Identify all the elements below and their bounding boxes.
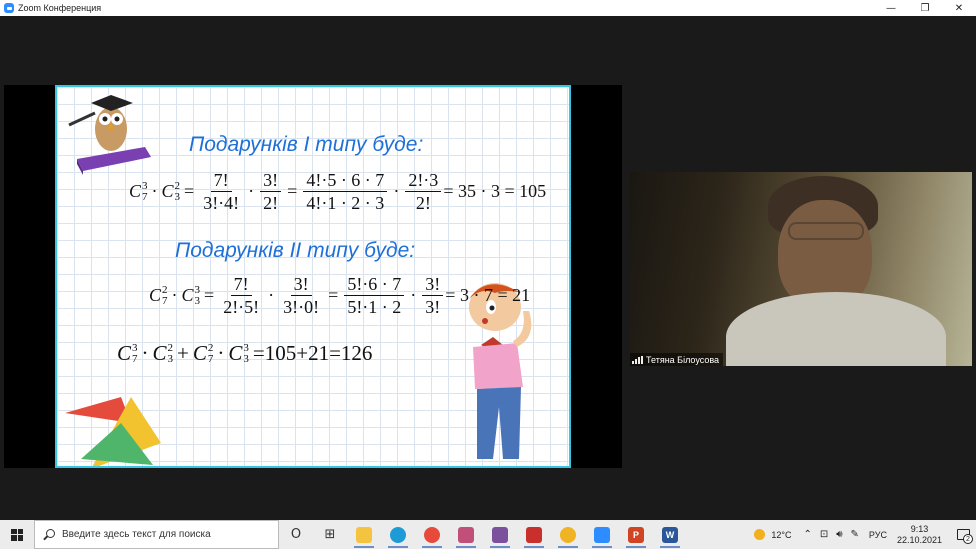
sun-icon: [754, 529, 766, 540]
chrome-button[interactable]: [415, 520, 449, 549]
chevron-up-icon[interactable]: ⌃: [803, 529, 811, 540]
combination-c32: C23: [152, 341, 174, 365]
participant-video[interactable]: Тетяна Білоусова: [630, 172, 972, 366]
clock-time: 9:13: [910, 523, 929, 534]
search-input[interactable]: [62, 529, 262, 540]
app-red-icon: [526, 526, 542, 543]
combination-c72: C27: [192, 341, 214, 365]
edge-button[interactable]: [381, 520, 415, 549]
task-view-icon: O: [290, 527, 302, 542]
minimize-button[interactable]: —: [874, 0, 908, 16]
meeting-area: Подарунків І типу буде: C37 · C23 = 7! 3!…: [0, 16, 976, 520]
fraction: 5!·6 · 7 5!·1 · 2: [344, 273, 405, 318]
zoom-icon: [594, 526, 610, 543]
heading-type-2: Подарунків ІІ типу буде:: [175, 239, 416, 262]
pen-icon[interactable]: ✎: [851, 529, 859, 540]
language-indicator[interactable]: РУС: [869, 530, 887, 540]
combination-c73: C37: [117, 341, 138, 365]
zoom-button[interactable]: [585, 520, 619, 549]
combination-c33: C33: [181, 283, 201, 307]
notification-button[interactable]: 2: [950, 520, 976, 549]
system-tray: 12°C ⌃ ⊡ 🔊︎ ✎ РУС 9:13 22.10.2021 2: [754, 520, 976, 549]
app-yellow-icon: [560, 526, 576, 543]
taskbar-apps: O ⊞ P W: [279, 520, 687, 549]
combination-c73: C37: [129, 179, 148, 203]
widgets-button[interactable]: ⊞: [313, 520, 347, 549]
formula-type-2: C27 · C33 = 7! 2!·5! · 3! 3!·0! = 5!·6 · 7…: [149, 273, 531, 318]
fraction: 2!·3 2!: [405, 169, 442, 214]
heading-type-1: Подарунків І типу буде:: [189, 133, 424, 156]
formula-total: C37 · C23 + C27 · C33 =105+21=126: [117, 341, 373, 365]
participant-name: Тетяна Білоусова: [646, 354, 720, 365]
clock-date: 22.10.2021: [896, 534, 942, 545]
participant-name-bar: Тетяна Білоусова: [630, 353, 724, 366]
fraction: 7! 3!·4!: [203, 170, 240, 213]
formula-result: =105+21=126: [252, 341, 373, 365]
weather-temp: 12°C: [771, 529, 792, 540]
clock[interactable]: 9:13 22.10.2021: [897, 524, 942, 546]
fraction: 3! 3!·0!: [283, 274, 320, 317]
chrome-icon: [424, 526, 440, 543]
weather-widget[interactable]: 12°C: [754, 529, 791, 540]
combination-c33: C33: [228, 341, 249, 365]
formula-type-1: C37 · C23 = 7! 3!·4! · 3! 2! = 4!·5 · 6 · …: [129, 169, 547, 214]
paint-button[interactable]: [449, 520, 483, 549]
app-yellow-button[interactable]: [551, 520, 585, 549]
restore-button[interactable]: ❐: [908, 0, 942, 16]
signal-strength-icon: [632, 355, 643, 364]
fraction: 7! 2!·5!: [223, 274, 260, 317]
word-icon: W: [662, 526, 678, 543]
search-icon: [43, 529, 55, 540]
notification-badge: 2: [963, 534, 973, 544]
edge-icon: [390, 526, 406, 543]
powerpoint-icon: P: [628, 526, 644, 543]
file-explorer-icon: [356, 526, 372, 543]
combination-c32: C23: [161, 179, 181, 203]
volume-icon[interactable]: 🔊︎: [836, 529, 842, 540]
app-red-button[interactable]: [517, 520, 551, 549]
formula-result: = 3 · 7 = 21: [445, 285, 531, 305]
taskbar: O ⊞ P W 12°C ⌃ ⊡ 🔊︎ ✎ РУС 9:13 22.10.2021 2: [0, 520, 976, 549]
widgets-icon: ⊞: [324, 527, 336, 542]
presentation-slide: Подарунків І типу буде: C37 · C23 = 7! 3!…: [55, 85, 571, 468]
title-bar: Zoom Конференция — ❐ ✕: [0, 0, 976, 16]
powerpoint-button[interactable]: P: [619, 520, 653, 549]
fraction: 4!·5 · 6 · 7 4!·1 · 2 · 3: [303, 169, 388, 214]
task-view-button[interactable]: O: [279, 520, 313, 549]
triangles-illustration: [65, 397, 161, 466]
window-controls: — ❐ ✕: [874, 0, 976, 16]
zoom-logo-icon: [4, 3, 14, 13]
windows-logo-icon: [11, 528, 23, 541]
network-icon[interactable]: ⊡: [820, 529, 828, 540]
combination-c72: C27: [149, 283, 168, 307]
shared-screen: Подарунків І типу буде: C37 · C23 = 7! 3!…: [4, 85, 622, 468]
close-button[interactable]: ✕: [942, 0, 976, 16]
fraction: 3! 3!: [422, 273, 444, 318]
paint-icon: [458, 526, 474, 543]
viber-button[interactable]: [483, 520, 517, 549]
viber-icon: [492, 526, 508, 543]
window-title: Zoom Конференция: [18, 3, 102, 13]
fraction: 3! 2!: [260, 169, 282, 214]
taskbar-search[interactable]: [34, 520, 279, 549]
file-explorer-button[interactable]: [347, 520, 381, 549]
word-button[interactable]: W: [653, 520, 687, 549]
owl-illustration: [68, 95, 151, 175]
start-button[interactable]: [0, 520, 34, 549]
formula-result: = 35 · 3 = 105: [443, 181, 547, 201]
